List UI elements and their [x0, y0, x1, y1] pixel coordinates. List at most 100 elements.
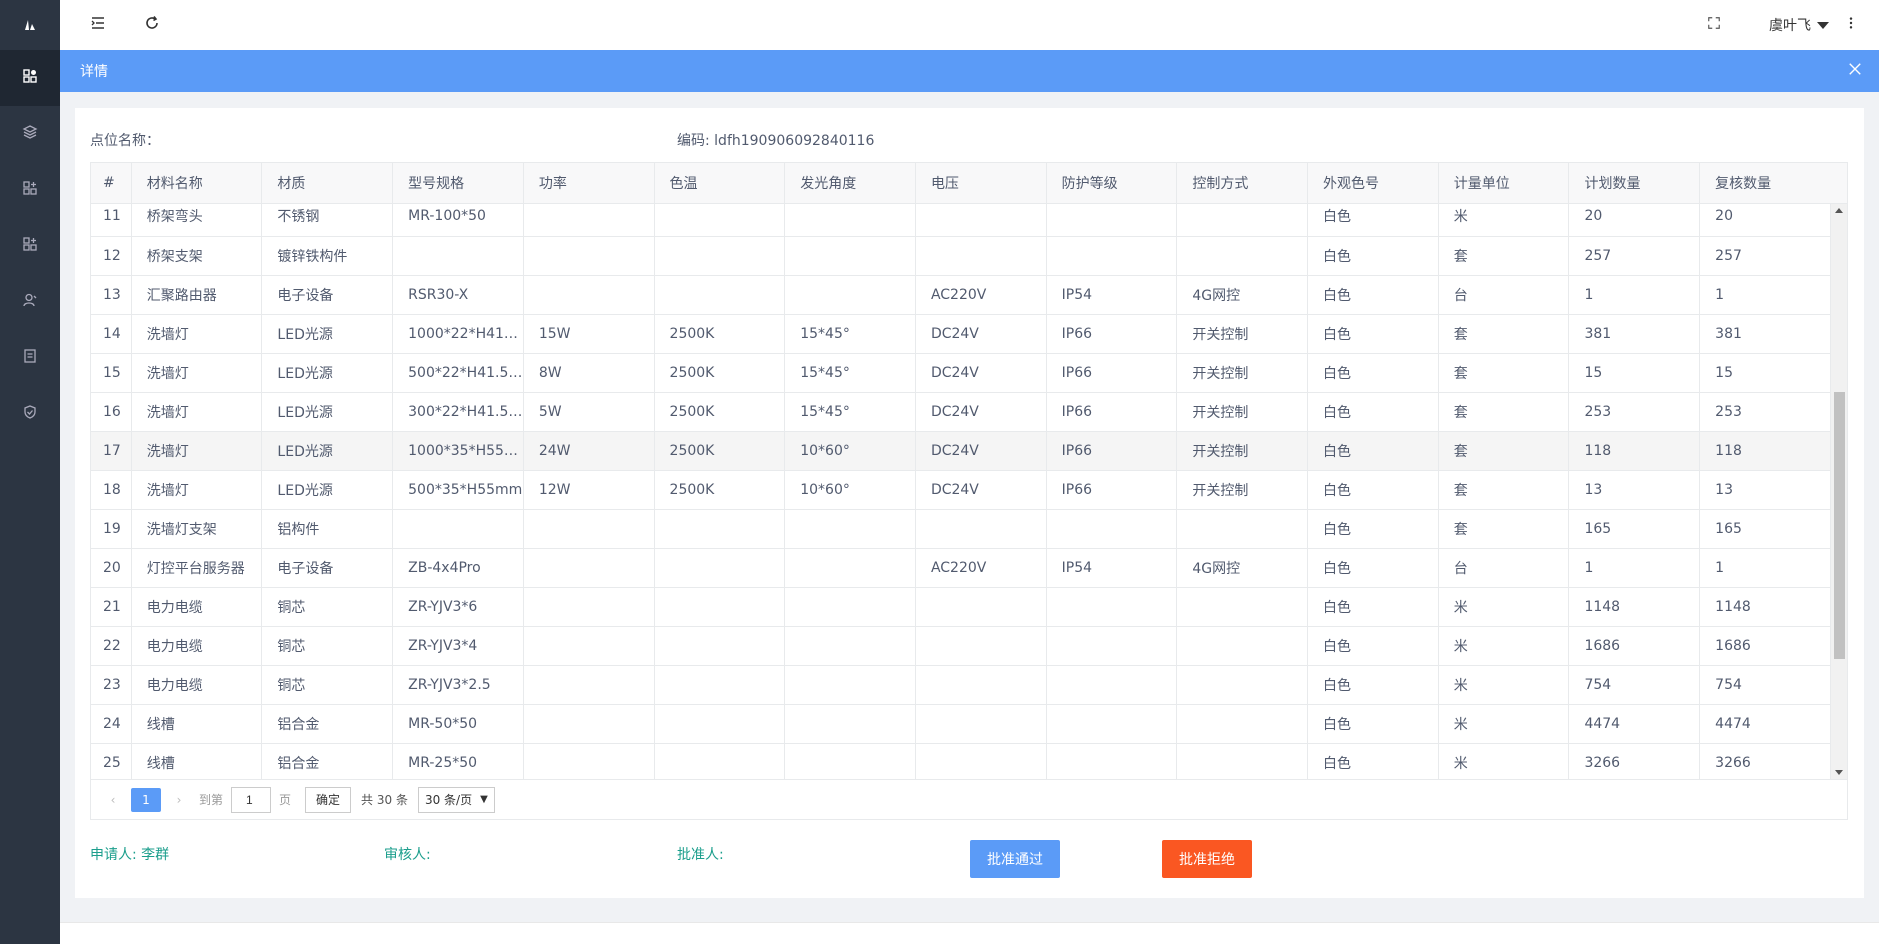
column-header[interactable]: 防护等级 — [1046, 163, 1178, 204]
table-cell: 3266 — [1568, 743, 1701, 779]
column-header[interactable]: 计划数量 — [1568, 163, 1701, 204]
column-header[interactable]: 发光角度 — [784, 163, 916, 204]
table-cell: 洗墙灯 — [131, 392, 263, 432]
table-cell: 白色 — [1307, 353, 1439, 393]
sidebar-item-grid-2[interactable] — [0, 218, 60, 274]
table-cell: 11 — [91, 204, 132, 237]
page-item-current[interactable]: 1 — [131, 787, 161, 812]
table-cell: 台 — [1438, 548, 1570, 588]
close-button[interactable] — [1845, 61, 1865, 81]
sidebar-item-dashboard[interactable] — [0, 50, 60, 106]
table-cell: 桥架弯头 — [131, 204, 263, 237]
refresh-button[interactable] — [137, 10, 167, 40]
fullscreen-button[interactable] — [1699, 10, 1729, 40]
table-cell: AC220V — [915, 275, 1047, 315]
prev-page-button[interactable]: ‹ — [103, 793, 123, 807]
table-cell: 500*22*H41.5mm — [392, 353, 524, 393]
table-row[interactable]: 23 电力电缆 铜芯 ZR-YJV3*2.5 白色米 754 754 — [91, 665, 1831, 705]
sidebar-item-grid[interactable] — [0, 162, 60, 218]
table-cell: 300*22*H41.5mm — [392, 392, 524, 432]
table-row[interactable]: 13 汇聚路由器 电子设备 RSR30-X AC220V IP54 4G网控 白色台 1 1 — [91, 275, 1831, 315]
table-cell: 15*45° — [784, 392, 916, 432]
table-cell: 套 — [1438, 353, 1570, 393]
table-cell: ZB-4x4Pro — [392, 548, 524, 588]
approve-button[interactable]: 批准通过 — [970, 840, 1060, 878]
column-header[interactable]: 色温 — [654, 163, 786, 204]
scroll-up-icon[interactable] — [1835, 208, 1843, 213]
column-header[interactable]: 功率 — [523, 163, 655, 204]
table-row[interactable]: 21 电力电缆 铜芯 ZR-YJV3*6 白色米 1148 1148 — [91, 587, 1831, 627]
table-cell: 电子设备 — [261, 275, 394, 315]
scroll-down-icon[interactable] — [1835, 770, 1843, 775]
table-cell: 开关控制 — [1176, 314, 1309, 354]
table-cell: 米 — [1438, 204, 1570, 237]
table-cell: 24 — [91, 704, 132, 744]
menu-toggle-button[interactable] — [83, 10, 113, 40]
goto-page-input[interactable] — [231, 786, 272, 813]
column-header[interactable]: 材质 — [261, 163, 394, 204]
column-header[interactable]: 电压 — [915, 163, 1047, 204]
table-row[interactable]: 12 桥架支架 镀锌铁构件 白色套 257 257 — [91, 236, 1831, 276]
column-header[interactable]: 复核数量 — [1699, 163, 1831, 204]
user-icon — [22, 292, 38, 312]
page-size-value: 30 条/页 — [424, 793, 473, 807]
column-header[interactable]: 外观色号 — [1307, 163, 1439, 204]
table-row[interactable]: 20 灯控平台服务器 电子设备 ZB-4x4Pro AC220V IP54 4G网控 白色台 1… — [91, 548, 1831, 588]
table-cell: 米 — [1438, 743, 1570, 779]
sidebar-item-layers[interactable] — [0, 106, 60, 162]
column-header[interactable]: # — [91, 163, 132, 204]
more-button[interactable] — [1841, 16, 1861, 34]
sidebar-item-user[interactable] — [0, 274, 60, 330]
page-unit-label: 页 — [279, 793, 292, 807]
table-cell — [1046, 743, 1178, 779]
table-cell — [1176, 587, 1309, 627]
column-header[interactable]: 计量单位 — [1438, 163, 1570, 204]
table-row[interactable]: 18 洗墙灯 LED光源 500*35*H55mm 12W 2500K 10*60° DC24… — [91, 470, 1831, 510]
goto-confirm-button[interactable]: 确定 — [305, 786, 352, 813]
table-cell: 套 — [1438, 509, 1570, 549]
table-row[interactable]: 24 线槽 铝合金 MR-50*50 白色米 4474 4474 — [91, 704, 1831, 744]
table-cell: 套 — [1438, 236, 1570, 276]
table-row[interactable]: 17 洗墙灯 LED光源 1000*35*H55mm 24W 2500K 10*60° DC2… — [91, 431, 1831, 471]
scroll-thumb[interactable] — [1834, 392, 1845, 659]
table-cell — [392, 509, 524, 549]
table-cell: MR-100*50 — [392, 204, 524, 237]
table-row[interactable]: 25 线槽 铝合金 MR-25*50 白色米 3266 3266 — [91, 743, 1831, 779]
modal-title: 详情 — [80, 64, 108, 80]
sidebar-item-document[interactable] — [0, 330, 60, 386]
table-cell: 白色 — [1307, 236, 1439, 276]
table-row[interactable]: 14 洗墙灯 LED光源 1000*22*H41mm 15W 2500K 15*45° DC2… — [91, 314, 1831, 354]
table-cell — [654, 236, 786, 276]
column-header[interactable]: 型号规格 — [392, 163, 524, 204]
table-row[interactable]: 16 洗墙灯 LED光源 300*22*H41.5mm 5W 2500K 15*45° DC2… — [91, 392, 1831, 432]
table-cell — [654, 548, 786, 588]
table-scrollbar[interactable] — [1830, 204, 1847, 779]
sidebar-item-security[interactable] — [0, 386, 60, 442]
next-page-button[interactable]: › — [169, 793, 189, 807]
table-cell — [915, 704, 1047, 744]
table-cell: 1 — [1699, 275, 1831, 315]
column-header[interactable]: 材料名称 — [131, 163, 263, 204]
table-row[interactable]: 19 洗墙灯支架 铝构件 白色套 165 165 — [91, 509, 1831, 549]
table-cell — [523, 743, 655, 779]
table-cell: RSR30-X — [392, 275, 524, 315]
table-row[interactable]: 11 桥架弯头 不锈钢 MR-100*50 白色米 20 20 — [91, 204, 1831, 237]
table-cell: 米 — [1438, 665, 1570, 705]
pagination: ‹ 1 › 到第 页 确定 共 30 条 30 条/页 ▼ — [91, 779, 1847, 819]
table-cell — [915, 587, 1047, 627]
table-cell: 15 — [1568, 353, 1701, 393]
table-cell: 白色 — [1307, 204, 1439, 237]
scroll-corner — [1830, 163, 1847, 204]
table-row[interactable]: 22 电力电缆 铜芯 ZR-YJV3*4 白色米 1686 1686 — [91, 626, 1831, 666]
reject-button[interactable]: 批准拒绝 — [1162, 840, 1252, 878]
table-cell: 253 — [1568, 392, 1701, 432]
user-menu[interactable]: 虞叶飞 — [1769, 15, 1829, 35]
page-size-select[interactable]: 30 条/页 ▼ — [417, 786, 495, 813]
table-cell: 754 — [1568, 665, 1701, 705]
table-cell — [654, 587, 786, 627]
logo-icon[interactable] — [0, 0, 60, 50]
table-cell: 165 — [1699, 509, 1831, 549]
column-header[interactable]: 控制方式 — [1176, 163, 1309, 204]
table-row[interactable]: 15 洗墙灯 LED光源 500*22*H41.5mm 8W 2500K 15*45° DC2… — [91, 353, 1831, 393]
table-body[interactable]: 11 桥架弯头 不锈钢 MR-100*50 白色米 20 20 12 桥架支架 镀锌铁构件 白色套 2… — [91, 204, 1831, 779]
